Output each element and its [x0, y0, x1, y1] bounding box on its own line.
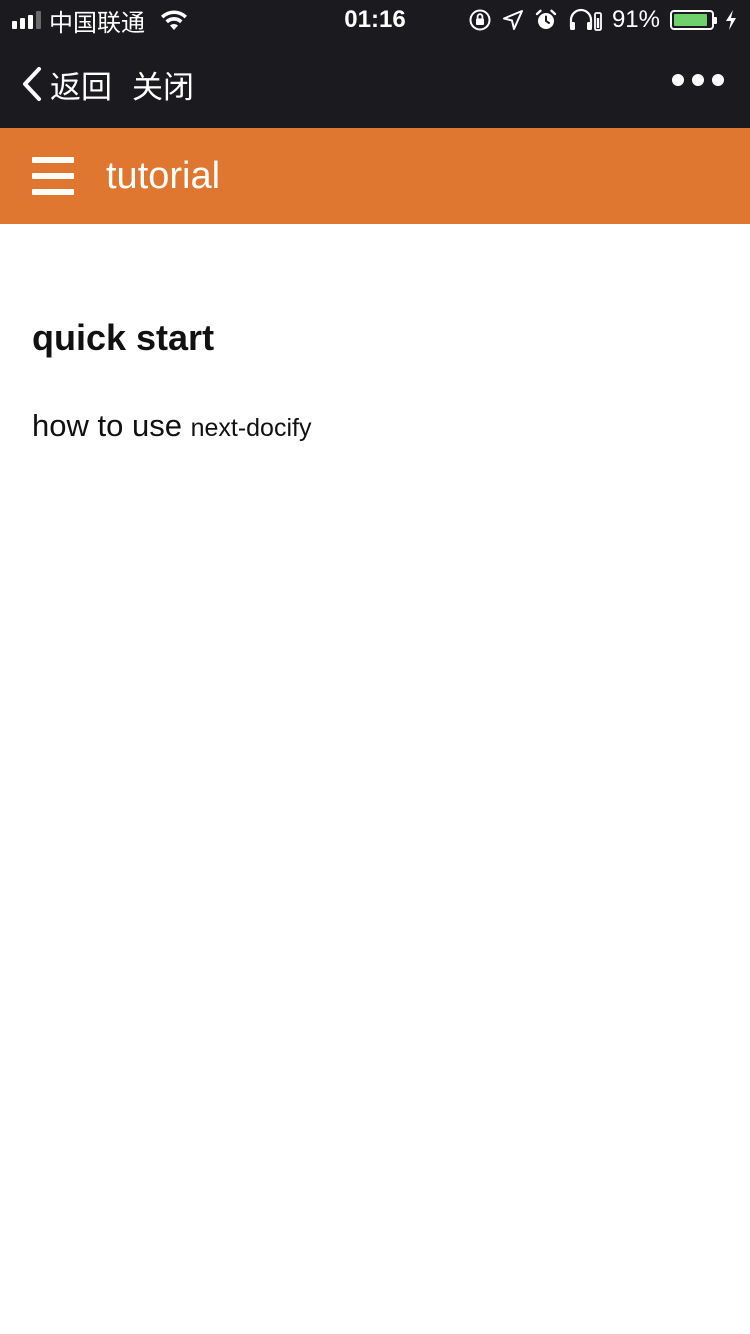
- close-label: 关闭: [132, 69, 194, 105]
- more-dot: [692, 74, 704, 86]
- battery-icon: [670, 10, 717, 30]
- more-icon[interactable]: [672, 74, 724, 86]
- location-icon: [502, 10, 523, 30]
- headphones-icon: [569, 8, 602, 31]
- inline-code: next-docify: [190, 414, 312, 442]
- close-button[interactable]: 关闭: [132, 62, 194, 106]
- status-bar: 中国联通 01:16 91%: [0, 0, 750, 40]
- app-bar: tutorial: [0, 128, 750, 224]
- chevron-left-icon: [23, 67, 41, 101]
- status-right: 91%: [468, 6, 738, 34]
- battery-cap: [714, 17, 717, 24]
- app-title: tutorial: [106, 155, 221, 197]
- alarm-icon: [535, 9, 557, 29]
- more-dot: [672, 74, 684, 86]
- back-button[interactable]: 返回: [20, 62, 112, 106]
- hamburger-menu-icon[interactable]: [32, 157, 74, 195]
- battery-level-fill: [674, 14, 707, 26]
- battery-percent: 91%: [611, 6, 660, 33]
- charging-icon: [726, 10, 736, 30]
- orientation-lock-icon: [469, 9, 491, 31]
- intro-paragraph: how to use next-docify: [32, 406, 722, 448]
- more-dot: [712, 74, 724, 86]
- main-content: quick start how to use next-docify: [32, 224, 722, 448]
- intro-text: how to use: [32, 408, 182, 443]
- back-label: 返回: [50, 69, 112, 105]
- page-heading: quick start: [32, 317, 215, 358]
- wechat-nav-bar: 返回 关闭: [0, 40, 750, 128]
